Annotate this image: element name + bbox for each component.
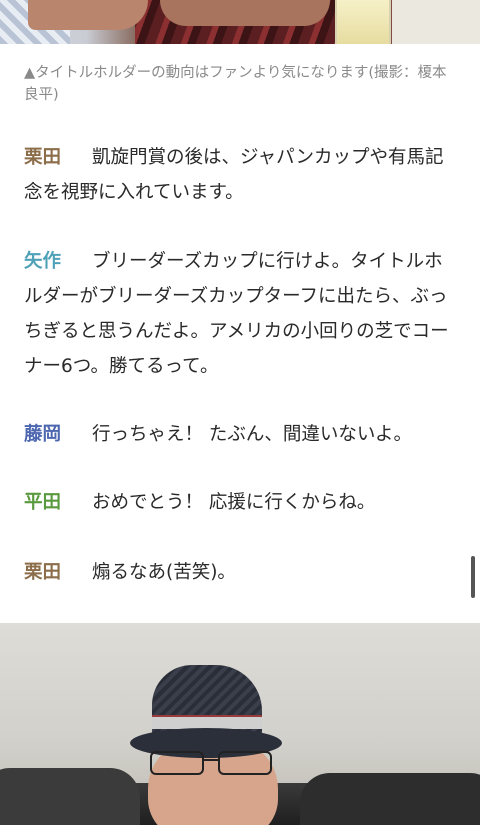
dialog-text: 煽るなあ(苦笑)。 xyxy=(92,562,236,583)
dialog-text: 行っちゃえ！ たぶん、間違いないよ。 xyxy=(92,424,413,445)
scrollbar-thumb[interactable] xyxy=(471,556,475,598)
photo-background xyxy=(392,0,480,44)
photo-glasses xyxy=(150,751,274,775)
dialog-entry: 矢作 ブリーダーズカップに行けよ。タイトルホルダーがブリーダーズカップターフに出た… xyxy=(24,244,456,384)
speaker-name: 平田 xyxy=(24,492,62,513)
top-photo xyxy=(0,0,480,44)
dialog-entry: 藤岡 行っちゃえ！ たぶん、間違いないよ。 xyxy=(24,417,456,452)
bottom-photo xyxy=(0,623,480,825)
photo-arm-right xyxy=(160,0,330,26)
dialog-entry: 平田 おめでとう！ 応援に行くからね。 xyxy=(24,485,456,520)
photo-glasses-lens xyxy=(150,751,204,775)
speaker-name: 栗田 xyxy=(24,147,62,168)
photo-beer-glass xyxy=(335,0,391,44)
speaker-name: 栗田 xyxy=(24,562,62,583)
photo-glasses-bridge xyxy=(202,759,218,761)
dialog-text: おめでとう！ 応援に行くからね。 xyxy=(92,492,376,513)
photo-sofa-arm-left xyxy=(0,768,140,825)
dialog-entry: 栗田 煽るなあ(苦笑)。 xyxy=(24,555,456,590)
photo-sofa-arm-right xyxy=(300,773,480,825)
photo-arm-left xyxy=(28,0,148,30)
speaker-name: 矢作 xyxy=(24,251,62,272)
photo-hat-band xyxy=(152,715,262,729)
dialog-entry: 栗田 凱旋門賞の後は、ジャパンカップや有馬記念を視野に入れています。 xyxy=(24,140,456,210)
speaker-name: 藤岡 xyxy=(24,424,62,445)
photo-caption: ▲タイトルホルダーの動向はファンより気になります(撮影：榎本良平) xyxy=(24,65,447,103)
photo-glasses-lens xyxy=(218,751,272,775)
